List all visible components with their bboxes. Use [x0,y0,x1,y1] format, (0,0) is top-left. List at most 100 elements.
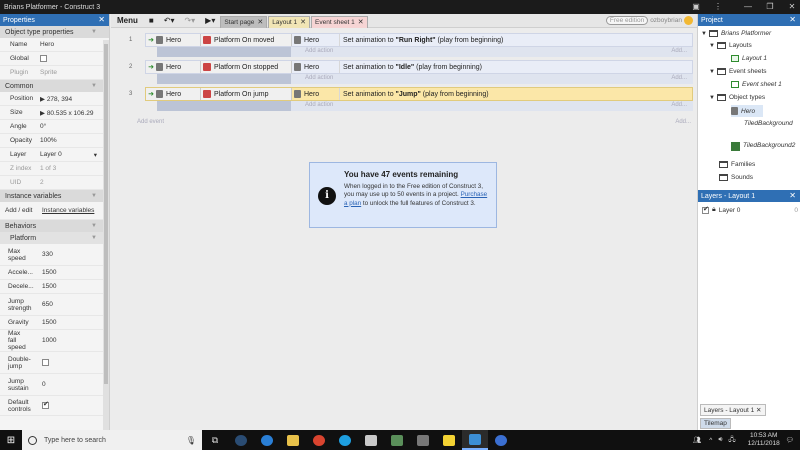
tree-tiled-background-2[interactable]: TiledBackground2 [731,141,799,151]
app-blue-icon[interactable] [254,430,280,450]
prop-value[interactable]: 100% [38,137,109,144]
chevron-down-icon[interactable]: ▼ [701,31,707,37]
layer-row[interactable]: 🔒︎ Layer 0 0 [702,205,798,214]
prop-value[interactable]: 0° [38,123,109,130]
prop-double-jump[interactable]: Double-jump [0,352,109,374]
avatar[interactable] [684,16,693,25]
tree-layouts[interactable]: ▼ Layouts [709,42,752,49]
prop-value[interactable]: 1500 [28,319,109,326]
instance-variables-link[interactable]: Instance variables [40,207,109,214]
prop-value[interactable]: Hero [38,41,109,48]
event-sheet[interactable]: 1 ➜ Hero Platform On moved Hero Set anim… [111,29,697,430]
tab-close-icon[interactable]: ✕ [358,18,364,26]
lock-icon[interactable]: 🔒︎ [712,206,716,214]
windows-start-icon[interactable]: ⊞ [0,435,22,446]
redo-icon[interactable]: ↷▾ [179,16,200,25]
chevron-down-icon[interactable]: ▼ [709,43,715,49]
tab-event-sheet-1[interactable]: Event sheet 1 ✕ [311,15,368,28]
section-platform[interactable]: Platform ▼ [0,232,109,244]
tree-hero[interactable]: Hero [731,105,763,117]
event-action[interactable]: Hero Set animation to "Run Right" (play … [292,34,692,46]
prop-value[interactable]: 330 [28,251,109,258]
add-action-row[interactable]: Add action Add... [145,101,693,111]
event-block[interactable]: ➜ Hero Platform On moved Hero Set animat… [145,33,693,47]
prop-value[interactable]: 1000 [28,337,109,344]
close-icon[interactable]: ✕ [789,14,796,26]
tray-arrow-icon[interactable]: ^ [709,437,712,444]
add-action-link[interactable]: Add action [291,75,333,81]
steam-icon[interactable] [228,430,254,450]
event-block-selected[interactable]: ➜ Hero Platform On jump Hero Set animati… [145,87,693,101]
menu-button[interactable]: Menu [111,16,144,25]
event-condition[interactable]: ➜ Hero Platform On jump [146,88,292,100]
paint-icon[interactable] [358,430,384,450]
app-shield-icon[interactable] [488,430,514,450]
chevron-down-icon[interactable]: ▼ [709,69,715,75]
event-action[interactable]: Hero Set animation to "Jump" (play from … [292,88,692,100]
undo-icon[interactable]: ↶▾ [159,16,180,25]
prop-value[interactable]: 1500 [28,269,109,276]
prop-position[interactable]: Position ▶ 278, 394 [0,92,109,106]
close-icon[interactable]: ✕ [98,14,105,26]
app-green-icon[interactable] [384,430,410,450]
construct-icon[interactable] [462,430,488,450]
event-condition[interactable]: ➜ Hero Platform On stopped [146,61,292,73]
section-common[interactable]: Common ▼ [0,80,109,92]
tree-families[interactable]: Families [719,161,755,168]
tab-tilemap[interactable]: Tilemap [700,418,731,429]
more-menu-icon[interactable]: ⋮ [704,0,732,14]
double-jump-checkbox[interactable] [42,358,49,366]
username[interactable]: ozboybrian [650,17,682,24]
tree-tiled-background[interactable]: TiledBackground [744,119,800,128]
default-controls-checkbox[interactable] [42,400,49,409]
layer-select[interactable]: Layer 0 [40,151,62,159]
prop-add-edit[interactable]: Add / edit Instance variables [0,202,109,220]
preview-icon[interactable]: ▶▾ [200,16,220,25]
skype-icon[interactable] [332,430,358,450]
close-icon[interactable]: ✕ [789,190,796,202]
dropdown-arrow-icon[interactable]: ▾ [94,151,97,159]
prop-angle[interactable]: Angle 0° [0,120,109,134]
people-icon[interactable]: 👥︎ [693,436,701,444]
microphone-icon[interactable]: 🎙︎ [186,436,196,445]
expand-icon[interactable]: ▶ [40,96,47,103]
tree-root[interactable]: ▼ Brians Platformer [701,30,771,37]
free-edition-badge[interactable]: Free edition [605,16,649,25]
section-behaviors[interactable]: Behaviors ▼ [0,220,109,232]
add-action-row[interactable]: Add action Add... [145,74,693,84]
file-explorer-icon[interactable] [280,430,306,450]
layer-visible-checkbox[interactable] [702,205,709,214]
add-action-link[interactable]: Add action [291,48,333,54]
prop-global[interactable]: Global [0,52,109,66]
tab-close-icon[interactable]: ✕ [756,407,761,414]
chrome-icon[interactable] [306,430,332,450]
taskbar-search[interactable]: Type here to search 🎙︎ [22,430,202,450]
prop-opacity[interactable]: Opacity 100% [0,134,109,148]
notifications-icon[interactable]: 💬︎ [786,436,794,444]
prop-max-fall[interactable]: Max fall speed 1000 [0,330,109,352]
prop-value[interactable]: 1500 [28,283,109,290]
tree-sounds[interactable]: Sounds [719,174,753,181]
prop-value[interactable]: 0 [28,381,109,388]
prop-layer[interactable]: Layer Layer 0 ▾ [0,148,109,162]
event-block[interactable]: ➜ Hero Platform On stopped Hero Set anim… [145,60,693,74]
add-action-row[interactable]: Add action Add... [145,47,693,57]
properties-scrollbar[interactable] [103,40,109,430]
network-icon[interactable]: 🖧︎ [728,435,735,446]
add-more-link[interactable]: Add... [671,75,687,81]
tree-event-sheets[interactable]: ▼ Event sheets [709,68,767,75]
tab-layers-bottom[interactable]: Layers - Layout 1 ✕ [700,404,766,416]
task-view-icon[interactable]: ⧉ [202,430,228,450]
app-grey-icon[interactable] [410,430,436,450]
prop-max-speed[interactable]: Max speed 330 [0,244,109,266]
chevron-down-icon[interactable]: ▼ [709,95,715,101]
tab-layout-1[interactable]: Layout 1 ✕ [268,15,311,28]
prop-size[interactable]: Size ▶ 80.535 x 106.29 [0,106,109,120]
clock[interactable]: 10:53 AM 12/11/2018 [748,432,780,448]
prop-jump-strength[interactable]: Jump strength 650 [0,294,109,316]
add-event-more-link[interactable]: Add... [675,119,691,125]
add-more-link[interactable]: Add... [671,102,687,108]
tab-close-icon[interactable]: ✕ [257,18,263,26]
tab-close-icon[interactable]: ✕ [300,18,306,26]
expand-icon[interactable]: ▶ [40,110,47,117]
